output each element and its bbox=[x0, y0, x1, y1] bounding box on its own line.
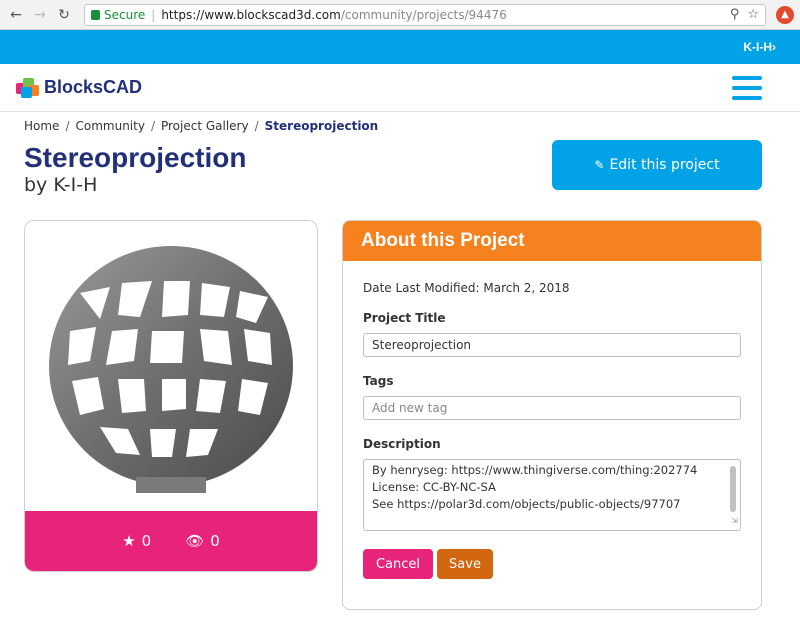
stars-stat[interactable]: ★ 0 bbox=[122, 532, 151, 550]
project-title-label: Project Title bbox=[363, 311, 446, 325]
date-modified: Date Last Modified: March 2, 2018 bbox=[363, 281, 570, 295]
description-textarea[interactable]: By henryseg: https://www.thingiverse.com… bbox=[363, 459, 741, 531]
stars-count: 0 bbox=[141, 532, 152, 550]
breadcrumb-separator: / bbox=[150, 119, 155, 133]
breadcrumb-gallery[interactable]: Project Gallery bbox=[161, 119, 249, 133]
extension-icon[interactable]: ▲ bbox=[776, 5, 794, 24]
zoom-icon[interactable]: ⚲ bbox=[730, 7, 740, 22]
blocks-logo-icon bbox=[16, 77, 40, 98]
sphere-model-image bbox=[49, 246, 293, 493]
breadcrumb-community[interactable]: Community bbox=[75, 119, 144, 133]
page-title: Stereoprojection bbox=[24, 142, 247, 173]
bookmark-star-icon[interactable]: ☆ bbox=[747, 7, 759, 22]
user-menu-link[interactable]: K-I-H› bbox=[743, 40, 776, 54]
star-icon: ★ bbox=[122, 532, 136, 550]
breadcrumb: Home / Community / Project Gallery / Ste… bbox=[0, 112, 800, 140]
save-button[interactable]: Save bbox=[437, 549, 493, 579]
about-project-heading: About this Project bbox=[343, 221, 761, 261]
tags-label: Tags bbox=[363, 374, 394, 388]
blockscad-logo[interactable]: BlocksCAD bbox=[16, 77, 142, 98]
site-header: BlocksCAD bbox=[0, 64, 800, 112]
secure-label: Secure bbox=[104, 7, 146, 22]
browser-toolbar: ← → ↻ Secure | https://www.blockscad3d.c… bbox=[0, 0, 800, 30]
reload-icon[interactable]: ↻ bbox=[54, 5, 74, 25]
url-path: /community/projects/94476 bbox=[340, 7, 507, 22]
breadcrumb-separator: / bbox=[65, 119, 70, 133]
pencil-icon: ✎ bbox=[594, 158, 605, 172]
url-host: https://www.blockscad3d.com bbox=[161, 7, 341, 22]
project-title-input[interactable]: Stereoprojection bbox=[363, 333, 741, 357]
resize-handle-icon[interactable]: ⇲ bbox=[731, 512, 738, 529]
eye-icon: 👁 bbox=[185, 532, 205, 550]
views-stat: 👁 0 bbox=[185, 532, 220, 550]
project-title-row: Stereoprojection by K-I-H ✎ Edit this pr… bbox=[0, 140, 800, 220]
site-topbar: K-I-H› bbox=[0, 30, 800, 64]
edit-project-button[interactable]: ✎ Edit this project bbox=[552, 140, 762, 190]
logo-text: BlocksCAD bbox=[44, 77, 143, 97]
breadcrumb-separator: / bbox=[254, 119, 259, 133]
back-arrow-icon[interactable]: ← bbox=[6, 5, 26, 25]
address-separator: | bbox=[151, 7, 156, 22]
lock-icon bbox=[91, 9, 100, 20]
project-stats-bar: ★ 0 👁 0 bbox=[25, 511, 317, 571]
project-thumbnail[interactable] bbox=[25, 221, 317, 511]
about-project-panel: About this Project Date Last Modified: M… bbox=[342, 220, 762, 610]
project-author: by K-I-H bbox=[24, 174, 98, 196]
project-preview-card: ★ 0 👁 0 bbox=[24, 220, 318, 572]
textarea-scrollbar[interactable] bbox=[730, 466, 736, 512]
address-bar[interactable]: Secure | https://www.blockscad3d.com/com… bbox=[84, 3, 766, 26]
description-line: See https://polar3d.com/objects/public-o… bbox=[372, 497, 681, 511]
hamburger-menu-icon[interactable] bbox=[732, 75, 762, 100]
forward-arrow-icon[interactable]: → bbox=[30, 5, 50, 25]
edit-project-label: Edit this project bbox=[609, 157, 720, 173]
tags-input[interactable]: Add new tag bbox=[363, 396, 741, 420]
breadcrumb-home[interactable]: Home bbox=[24, 119, 59, 133]
breadcrumb-current: Stereoprojection bbox=[264, 119, 379, 133]
description-line: License: CC-BY-NC-SA bbox=[372, 480, 496, 494]
cancel-button[interactable]: Cancel bbox=[363, 549, 433, 579]
description-label: Description bbox=[363, 437, 441, 451]
views-count: 0 bbox=[210, 532, 220, 550]
description-line: By henryseg: https://www.thingiverse.com… bbox=[372, 463, 698, 477]
